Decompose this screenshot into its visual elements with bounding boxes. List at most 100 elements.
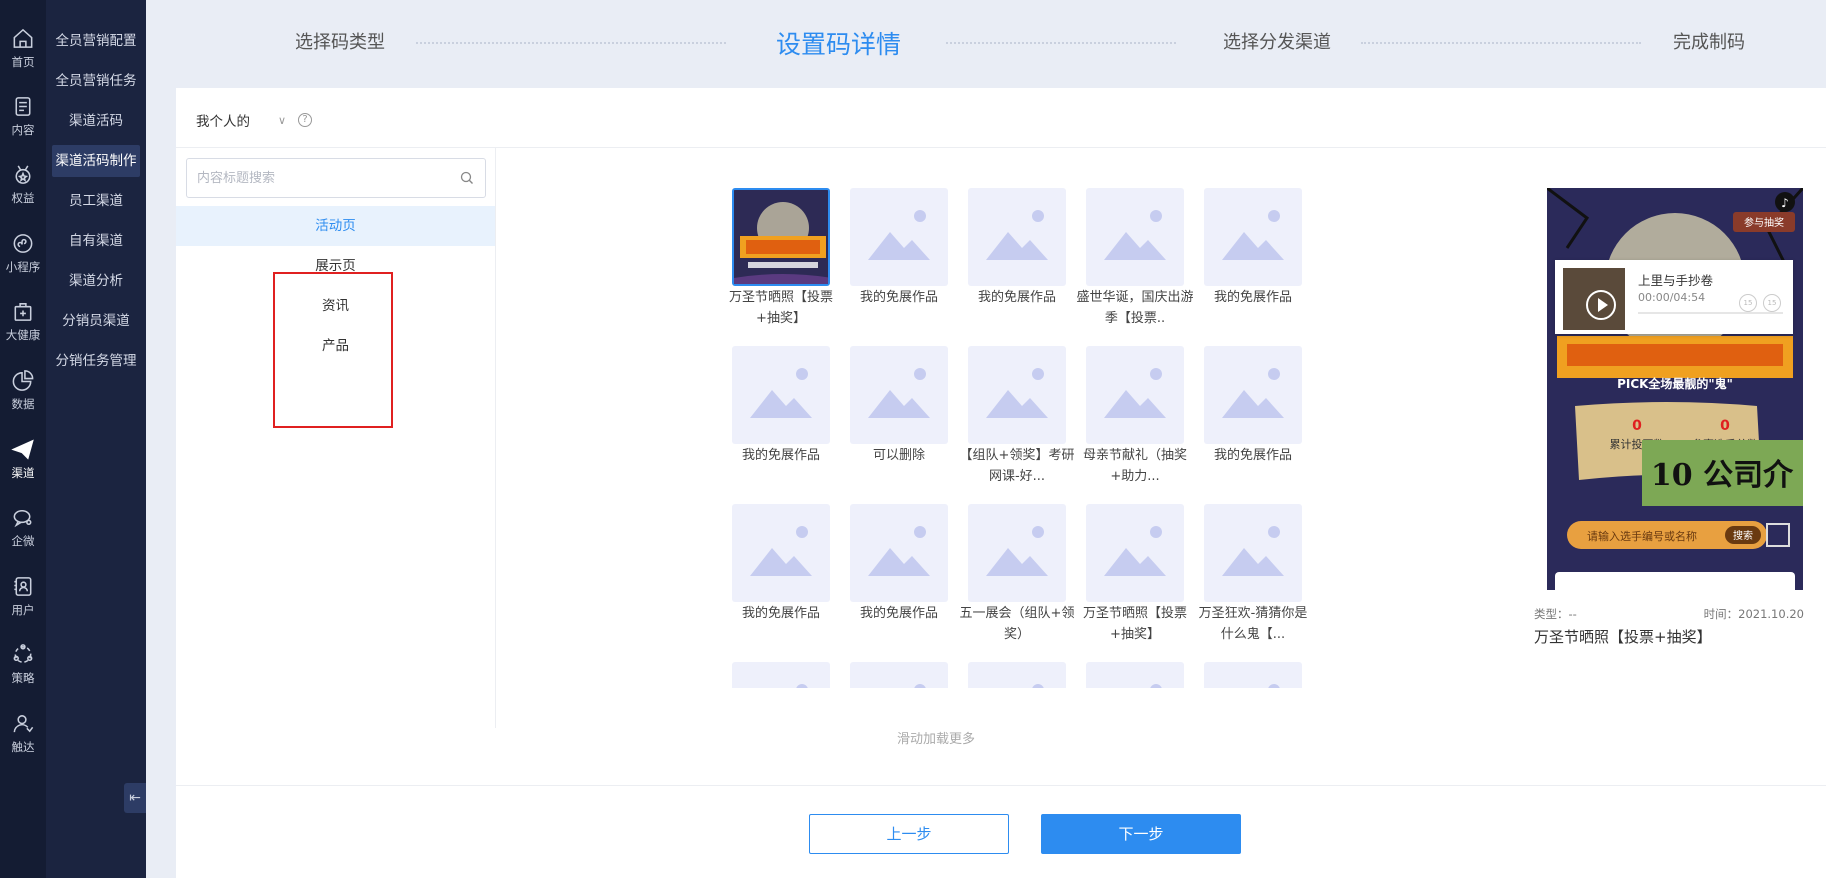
- tile-caption: 母亲节献礼（抽奖+助力...: [1082, 448, 1187, 484]
- image-placeholder-icon: [868, 526, 930, 576]
- tile-caption: 可以删除: [872, 448, 925, 463]
- subnav-item[interactable]: 渠道分析: [52, 265, 140, 297]
- tile-thumbnail: [732, 346, 830, 444]
- tile-thumbnail: [1204, 504, 1302, 602]
- tile-thumbnail: [968, 346, 1066, 444]
- stat-votes-value: 0: [1632, 418, 1642, 434]
- subnav-item[interactable]: 渠道活码: [52, 105, 140, 137]
- paper-plane-icon: [11, 439, 34, 460]
- player-search-hint[interactable]: 请输入选手编号或名称: [1587, 529, 1697, 543]
- step-bar: 选择码类型 设置码详情 选择分发渠道 完成制码: [146, 0, 1826, 88]
- strategy-icon: [13, 644, 33, 663]
- step-connector: [416, 42, 726, 44]
- rail-item-health[interactable]: 大健康: [0, 273, 46, 343]
- image-placeholder-icon: [796, 684, 808, 688]
- tile-caption: 【组队+领奖】考研网课-好...: [959, 448, 1075, 484]
- tile-caption: 万圣节晒照【投票+抽奖】: [728, 290, 833, 326]
- rail-item-home[interactable]: 首页: [0, 0, 46, 70]
- search-input[interactable]: [197, 168, 447, 188]
- music-note-icon[interactable]: ♪: [1781, 196, 1789, 210]
- subnav-item-active[interactable]: 渠道活码制作: [52, 145, 140, 177]
- image-placeholder-icon: [986, 526, 1048, 576]
- image-placeholder-icon: [868, 368, 930, 418]
- image-placeholder-icon: [914, 684, 926, 688]
- preview-type: 类型：--: [1534, 607, 1577, 621]
- audio-progress-bar[interactable]: [1638, 312, 1783, 314]
- preview-time: 时间：2021.10.20: [1703, 607, 1804, 621]
- prev-step-button[interactable]: 上一步: [809, 814, 1009, 854]
- image-placeholder-icon: [1268, 684, 1280, 688]
- health-kit-icon: [14, 303, 32, 321]
- collapse-sidebar-button[interactable]: ⇤: [124, 783, 146, 813]
- tile-caption: 我的免展作品: [977, 290, 1056, 305]
- rail-item-content[interactable]: 内容: [0, 68, 46, 138]
- rewind-15-icon[interactable]: 15: [1739, 294, 1757, 312]
- play-icon[interactable]: [1586, 290, 1616, 320]
- content-search: [186, 158, 486, 198]
- tile-thumbnail: [850, 662, 948, 688]
- image-placeholder-icon: [986, 368, 1048, 418]
- phone-preview: 参与抽奖 ♪ PICK全场最靓的"鬼" 0 累计投票数 0 参赛选手总数 10 …: [1547, 188, 1803, 590]
- rail-item-wecom[interactable]: 企微: [0, 479, 46, 549]
- subnav-item[interactable]: 分销员渠道: [52, 305, 140, 337]
- rail-item-data[interactable]: 数据: [0, 342, 46, 412]
- tile-caption: 我的免展作品: [741, 448, 820, 463]
- rail-item-users[interactable]: 用户: [0, 548, 46, 618]
- subnav-item[interactable]: 自有渠道: [52, 225, 140, 257]
- rail-item-strategy[interactable]: 策略: [0, 616, 46, 686]
- subnav-item[interactable]: 全员营销配置: [52, 25, 140, 57]
- subnav-item[interactable]: 员工渠道: [52, 185, 140, 217]
- player-search-button[interactable]: 搜索: [1733, 529, 1753, 542]
- chevron-down-icon: ∨: [278, 113, 287, 127]
- preview-title: 万圣节晒照【投票+抽奖】: [1534, 628, 1712, 646]
- step-set-details: 设置码详情: [776, 30, 902, 59]
- forward-15-icon[interactable]: 15: [1763, 294, 1781, 312]
- tile-thumbnail: [1086, 504, 1184, 602]
- rail-item-channel[interactable]: 渠道: [0, 411, 46, 481]
- next-step-button[interactable]: 下一步: [1041, 814, 1241, 854]
- subnav-item[interactable]: 分销任务管理: [52, 345, 140, 377]
- tile-caption: 万圣狂欢-猜猜你是什么鬼【...: [1198, 606, 1308, 642]
- rail-label: 触达: [11, 740, 35, 754]
- halloween-thumbnail-image: [734, 190, 828, 284]
- join-lottery-badge[interactable]: 参与抽奖: [1744, 216, 1784, 229]
- rail-item-benefits[interactable]: 权益: [0, 136, 46, 206]
- tile-thumbnail: [732, 504, 830, 602]
- help-icon[interactable]: ?: [298, 113, 313, 127]
- tile-thumbnail: [850, 504, 948, 602]
- pie-chart-icon: [12, 370, 34, 391]
- image-placeholder-icon: [1222, 210, 1284, 260]
- divider: [176, 785, 1826, 786]
- tile-thumbnail: [850, 346, 948, 444]
- audio-player: 上里与手抄卷 00:00/04:54 15 15: [1555, 260, 1793, 334]
- album-cover-image: [1563, 268, 1625, 330]
- tile-thumbnail: [850, 188, 948, 286]
- rail-item-reach[interactable]: 触达: [0, 685, 46, 755]
- tile-caption: 我的免展作品: [1213, 448, 1292, 463]
- user-reach-icon: [13, 715, 34, 733]
- subnav-item[interactable]: 全员营销任务: [52, 65, 140, 97]
- rail-item-miniprogram[interactable]: 小程序: [0, 205, 46, 275]
- step-choose-type: 选择码类型: [295, 32, 385, 53]
- step-connector: [1361, 42, 1641, 44]
- category-item-active[interactable]: 活动页: [176, 206, 495, 246]
- audio-time: 00:00/04:54: [1638, 291, 1706, 304]
- image-placeholder-icon: [750, 368, 812, 418]
- highlight-box: [273, 272, 393, 428]
- contact-card-icon: [14, 577, 32, 596]
- image-placeholder-icon: [750, 526, 812, 576]
- medal-icon: [15, 165, 31, 184]
- tile-thumbnail: [968, 504, 1066, 602]
- tile-thumbnail: [968, 662, 1066, 688]
- rail-label: 策略: [11, 671, 35, 685]
- chat-icon: [13, 510, 32, 528]
- content-grid: 万圣节晒照【投票+抽奖】 我的免展作品 我的免展作品 盛世华诞，国庆出游季【投票.. 我…: [722, 188, 1322, 688]
- home-icon: [13, 28, 33, 48]
- tile-thumbnail: [1086, 662, 1184, 688]
- scope-select[interactable]: 我个人的 ∨ ?: [196, 110, 313, 130]
- load-more-text: 滑动加载更多: [896, 732, 975, 747]
- step-choose-channel: 选择分发渠道: [1223, 32, 1331, 53]
- stat-players-value: 0: [1720, 418, 1730, 434]
- image-placeholder-icon: [1104, 210, 1166, 260]
- search-icon[interactable]: [459, 170, 475, 186]
